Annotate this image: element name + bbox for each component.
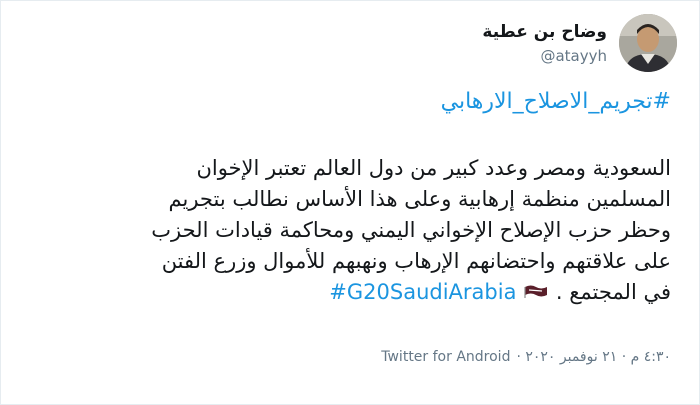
tweet-text: السعودية ومصر وعدد كبير من دول العالم تع… (31, 153, 671, 308)
tweet-card: وضاح بن عطية @atayyh #تجريم_الاصلاح_الار… (0, 0, 700, 405)
hashtag-inline-link[interactable]: #G20SaudiArabia (329, 280, 516, 304)
tweet-last-line: في المجتمع . #G20SaudiArabia (31, 277, 671, 308)
avatar-image (619, 14, 677, 72)
avatar[interactable] (619, 14, 677, 72)
tweet-line: وحظر حزب الإصلاح الإخواني اليمني ومحاكمة… (151, 218, 671, 242)
hashtag-link[interactable]: #تجريم_الاصلاح_الارهابي (441, 89, 671, 114)
tweet-source[interactable]: Twitter for Android (381, 349, 510, 365)
saudi-flag-icon (523, 277, 549, 298)
tweet-meta: ٤:٣٠ م · ٢١ نوفمبر ٢٠٢٠ · Twitter for An… (381, 349, 671, 365)
user-handle[interactable]: @atayyh (482, 46, 607, 66)
tweet-line-text: في المجتمع . (555, 280, 671, 304)
tweet-timestamp[interactable]: ٤:٣٠ م · ٢١ نوفمبر ٢٠٢٠ · (516, 349, 671, 365)
tweet-line: على علاقتهم واحتضانهم الإرهاب ونهبهم للأ… (161, 249, 671, 273)
display-name[interactable]: وضاح بن عطية (482, 20, 607, 44)
tweet-line: المسلمين منظمة إرهابية وعلى هذا الأساس ن… (168, 187, 671, 211)
tweet-header: وضاح بن عطية @atayyh (23, 13, 677, 73)
user-names: وضاح بن عطية @atayyh (482, 20, 607, 66)
tweet-line: السعودية ومصر وعدد كبير من دول العالم تع… (196, 156, 671, 180)
